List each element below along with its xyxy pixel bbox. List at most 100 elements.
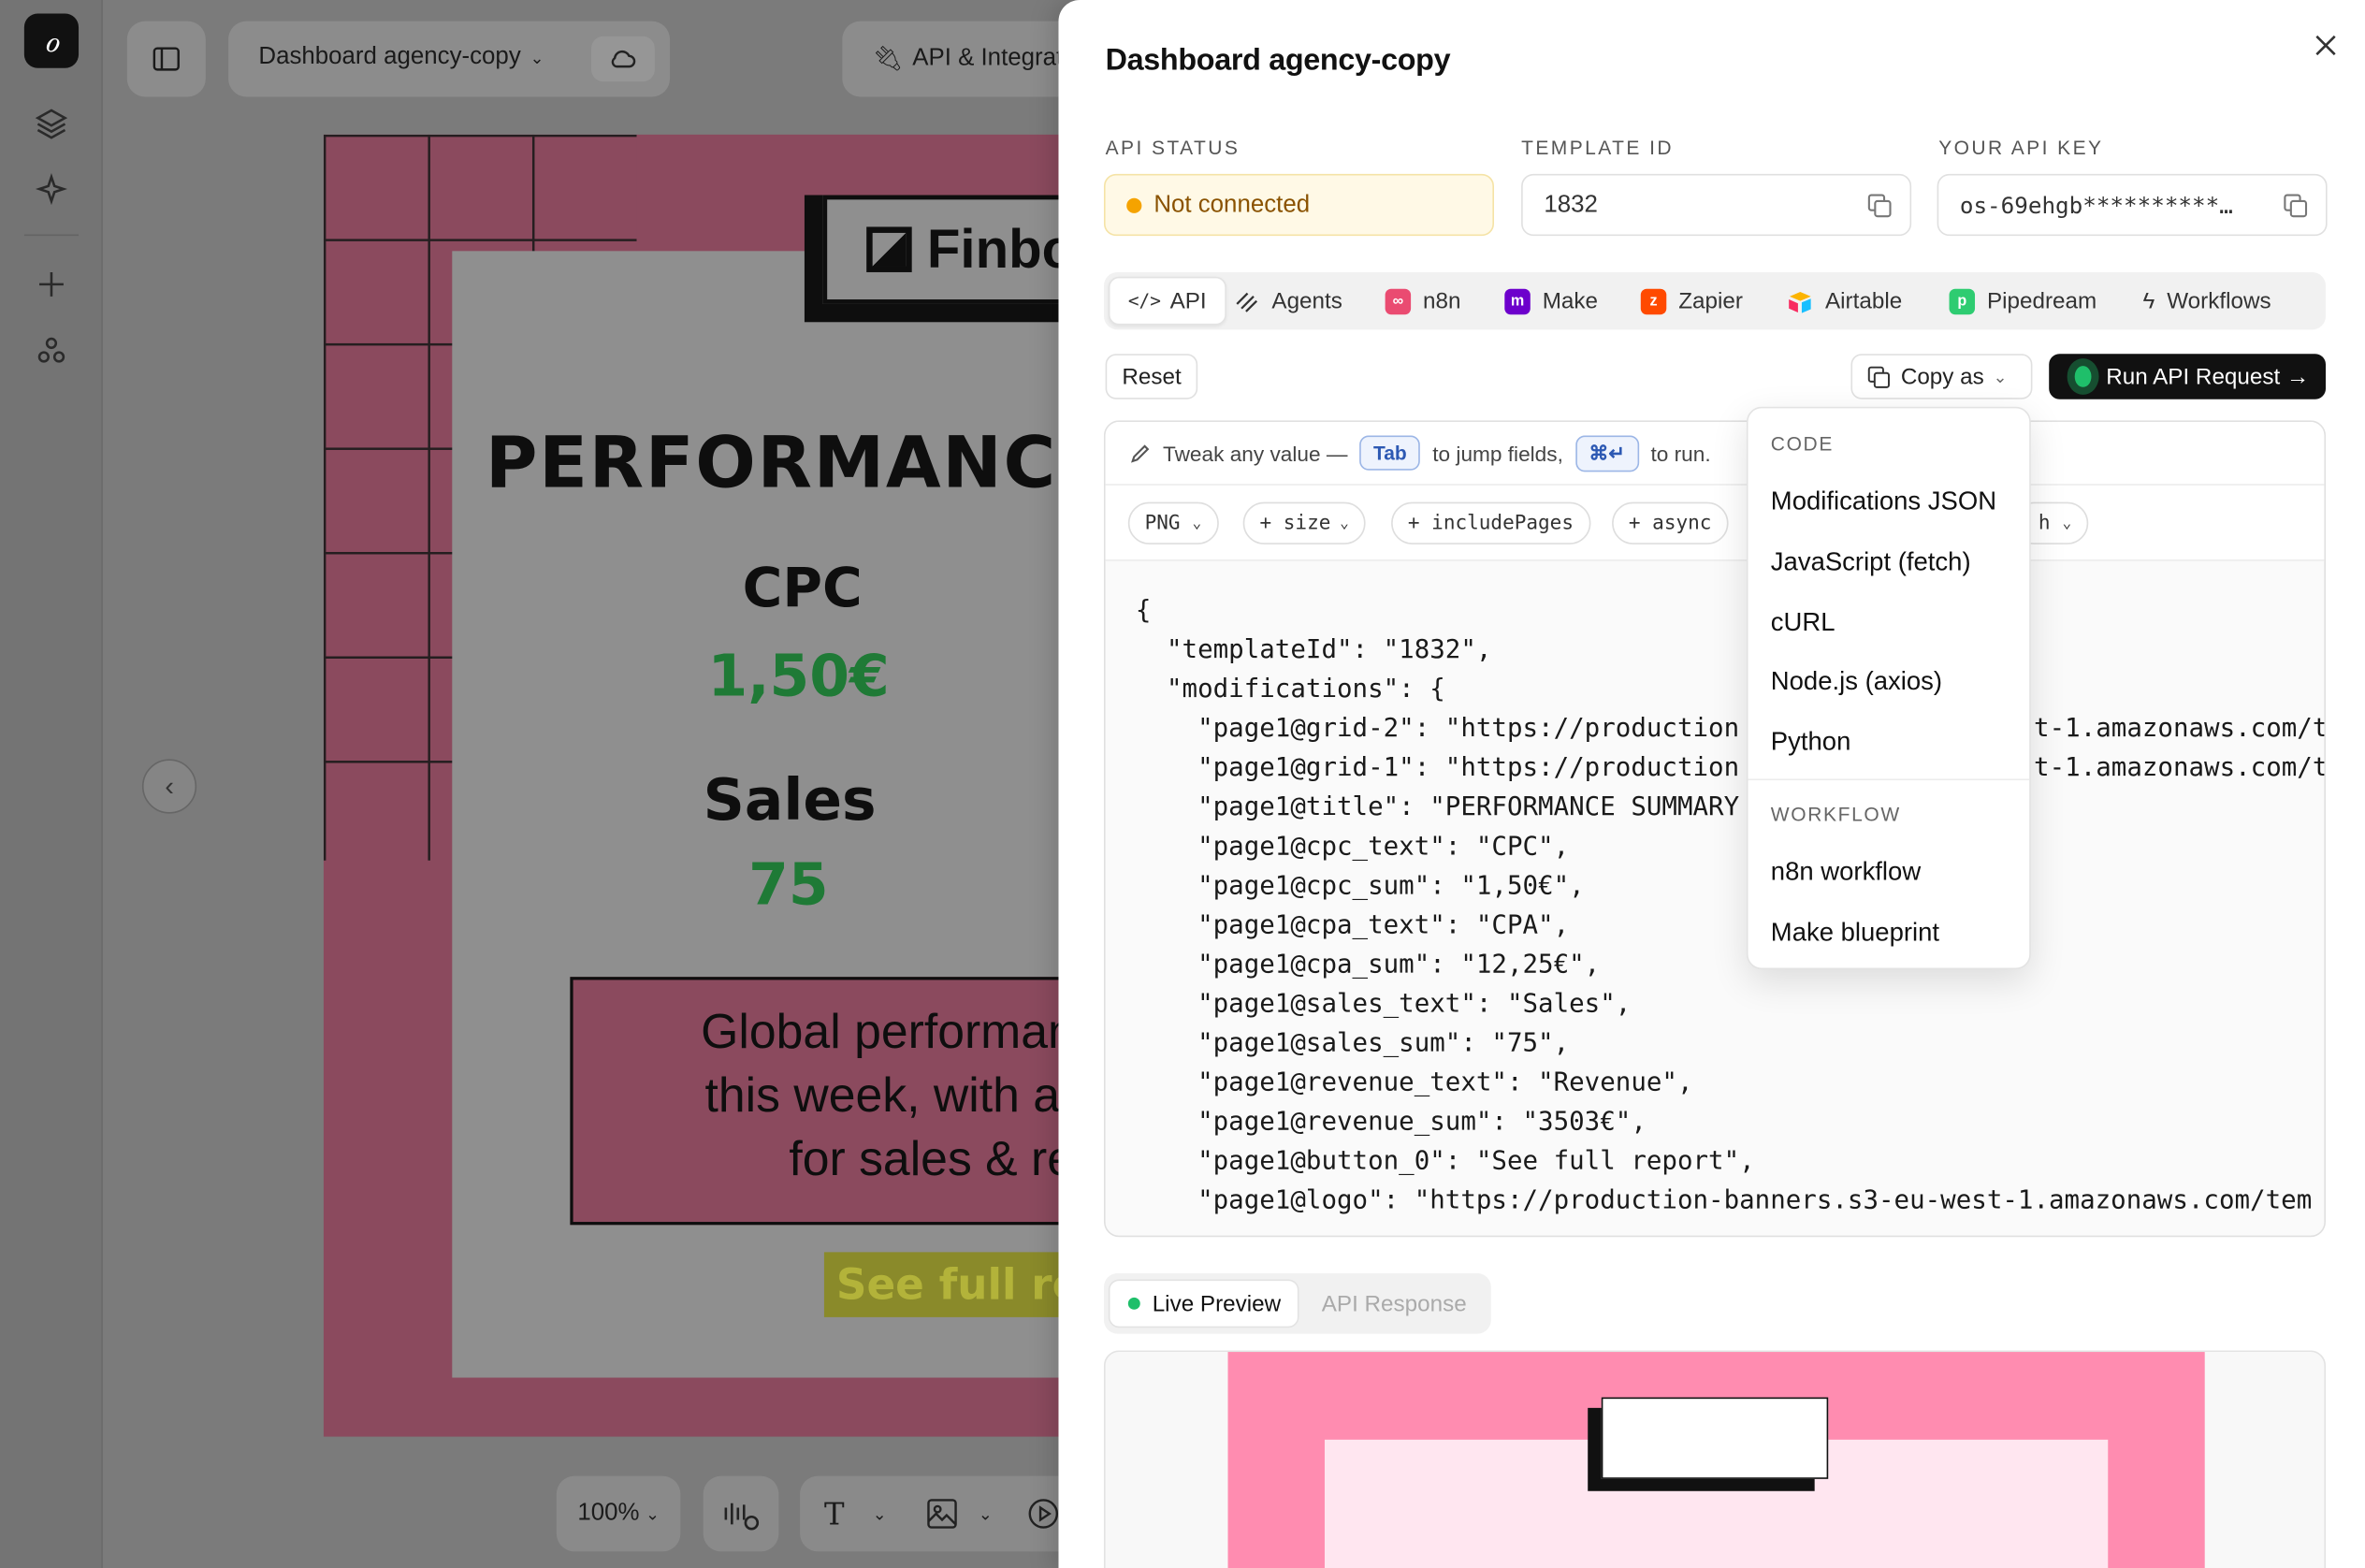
chevron-down-icon: ⌄	[1340, 515, 1349, 532]
menu-item-make-blueprint[interactable]: Make blueprint	[1771, 918, 1939, 948]
tab-workflows[interactable]: ϟ Workflows	[2142, 277, 2271, 326]
tab-airtable[interactable]: Airtable	[1788, 277, 1902, 326]
tab-make[interactable]: m Make	[1504, 277, 1598, 326]
running-indicator-icon	[2074, 366, 2092, 387]
preview-tabs: Live Preview API Response	[1103, 1273, 1491, 1334]
tab-n8n[interactable]: ∞ n8n	[1385, 277, 1461, 326]
reset-button[interactable]: Reset	[1105, 354, 1198, 399]
menu-item-curl[interactable]: cURL	[1771, 608, 1835, 638]
close-icon[interactable]	[2311, 30, 2341, 60]
code-line: "page1@revenue_sum": "3503€",	[1135, 1107, 1647, 1138]
tab-label: n8n	[1423, 287, 1461, 314]
include-pages-pill[interactable]: + includePages	[1391, 501, 1590, 544]
video-tool-icon[interactable]	[1027, 1497, 1061, 1531]
airtable-icon	[1789, 291, 1811, 312]
api-key-label: YOUR API KEY	[1938, 136, 2104, 159]
layers-icon[interactable]	[34, 106, 70, 142]
zoom-dropdown[interactable]: 100% ⌄	[556, 1475, 681, 1552]
api-modal: Dashboard agency-copy API STATUS TEMPLAT…	[1058, 0, 2365, 1568]
chevron-down-icon: ⌄	[1993, 368, 2008, 386]
api-key-field[interactable]: os-69ehgb**********…	[1937, 173, 2328, 237]
tab-live-preview[interactable]: Live Preview	[1108, 1279, 1299, 1328]
project-chip: Dashboard agency-copy ⌄	[228, 21, 671, 97]
live-dot	[1127, 1297, 1140, 1310]
components-icon[interactable]	[34, 333, 70, 370]
menu-divider	[1748, 778, 2030, 781]
design-headline: PERFORMANCE	[485, 421, 1108, 505]
code-line: "page1@revenue_text": "Revenue",	[1135, 1067, 1693, 1098]
copy-icon[interactable]	[2284, 194, 2308, 218]
template-id-field[interactable]: 1832	[1521, 173, 1912, 237]
pill-label: PNG	[1144, 512, 1181, 535]
make-icon: m	[1504, 287, 1531, 314]
tab-api-response[interactable]: API Response	[1322, 1279, 1467, 1328]
menu-item-nodejs-axios[interactable]: Node.js (axios)	[1771, 667, 1942, 697]
audio-button[interactable]	[703, 1475, 779, 1552]
code-line: "templateId": "1832",	[1135, 634, 1492, 666]
zapier-icon: z	[1640, 287, 1667, 314]
hint-prefix: Tweak any value —	[1163, 441, 1348, 466]
rail-divider	[23, 234, 80, 237]
run-api-request-button[interactable]: Run API Request →	[2049, 354, 2327, 399]
image-tool-icon[interactable]	[927, 1499, 957, 1529]
app-logo[interactable]: ℴ	[23, 13, 80, 68]
tab-label: Make	[1542, 287, 1599, 314]
project-name: Dashboard agency-copy	[258, 43, 521, 70]
copy-icon[interactable]	[1867, 194, 1892, 218]
template-id-label: TEMPLATE ID	[1521, 136, 1675, 159]
copy-as-button[interactable]: Copy as ⌄	[1850, 354, 2033, 399]
chevron-down-icon[interactable]: ⌄	[979, 1504, 993, 1523]
project-name-dropdown[interactable]: Dashboard agency-copy ⌄	[258, 44, 544, 71]
format-dropdown[interactable]: PNG ⌄	[1127, 501, 1219, 544]
n8n-icon: ∞	[1385, 287, 1412, 314]
tab-label: Agents	[1271, 287, 1342, 314]
cloud-sync-button[interactable]	[591, 36, 655, 82]
json-code[interactable]: { "templateId": "1832", "modifications":…	[1136, 591, 2312, 1220]
code-line: "page1@sales_text": "Sales",	[1135, 989, 1632, 1020]
tab-agents[interactable]: Agents	[1234, 277, 1342, 326]
tab-label: Workflows	[2167, 287, 2271, 314]
pill-label: + size	[1259, 512, 1331, 535]
plug-icon: 🔌︎	[872, 47, 904, 73]
menu-item-python[interactable]: Python	[1771, 727, 1851, 757]
sparkle-icon[interactable]	[34, 172, 70, 209]
preview-brand-box	[1601, 1397, 1829, 1479]
menu-item-modifications-json[interactable]: Modifications JSON	[1771, 486, 1996, 516]
pill-label: h	[2038, 512, 2051, 535]
tab-pipedream[interactable]: p Pipedream	[1949, 277, 2097, 326]
status-dot	[1126, 196, 1142, 213]
code-line-tail: t-1.amazonaws.com/t	[2034, 713, 2327, 745]
agents-icon	[1236, 291, 1258, 312]
plus-icon[interactable]	[34, 266, 70, 302]
hint-middle: to jump fields,	[1432, 441, 1563, 466]
design-canvas[interactable]: Finbo PERFORMANCE CPC 1,50€ Sales 75 Glo…	[323, 134, 1162, 1437]
chevron-down-icon: ⌄	[1192, 515, 1202, 532]
live-preview	[1103, 1350, 2327, 1568]
prev-page-button[interactable]: ‹	[141, 759, 197, 814]
menu-header-workflow: WORKFLOW	[1770, 803, 1901, 826]
sidebar-toggle-button[interactable]	[126, 21, 206, 97]
chevron-down-icon[interactable]: ⌄	[873, 1504, 887, 1523]
canvas-area: Dashboard agency-copy ⌄ 🔌︎ API & Integra…	[102, 0, 1221, 1568]
api-key-value: os-69ehgb**********…	[1959, 191, 2233, 219]
api-integrations-button[interactable]: 🔌︎ API & Integrat	[873, 44, 1064, 74]
code-line: {	[1135, 595, 1152, 627]
tab-api[interactable]: </> API	[1108, 276, 1226, 326]
size-pill[interactable]: + size ⌄	[1242, 501, 1366, 544]
sales-label: Sales	[703, 766, 877, 834]
async-pill[interactable]: + async	[1612, 501, 1729, 544]
chevron-down-icon: ⌄	[530, 49, 544, 67]
code-line: "page1@button_0": "See full report",	[1135, 1146, 1755, 1177]
pipedream-icon: p	[1949, 287, 1976, 314]
tab-zapier[interactable]: z Zapier	[1640, 277, 1743, 326]
tab-label: Pipedream	[1986, 287, 2097, 314]
request-editor[interactable]: Tweak any value — Tab to jump fields, ⌘↵…	[1103, 420, 2327, 1238]
chevron-down-icon: ⌄	[2062, 515, 2072, 532]
run-label: Run API Request →	[2106, 363, 2310, 390]
run-key-badge: ⌘↵	[1574, 434, 1639, 472]
insert-toolbar: T ⌄ ⌄	[800, 1475, 1103, 1552]
menu-item-n8n-workflow[interactable]: n8n workflow	[1771, 857, 1921, 887]
text-tool-icon[interactable]: T	[824, 1496, 845, 1532]
pencil-icon	[1131, 443, 1150, 462]
menu-item-javascript-fetch[interactable]: JavaScript (fetch)	[1771, 547, 1971, 577]
